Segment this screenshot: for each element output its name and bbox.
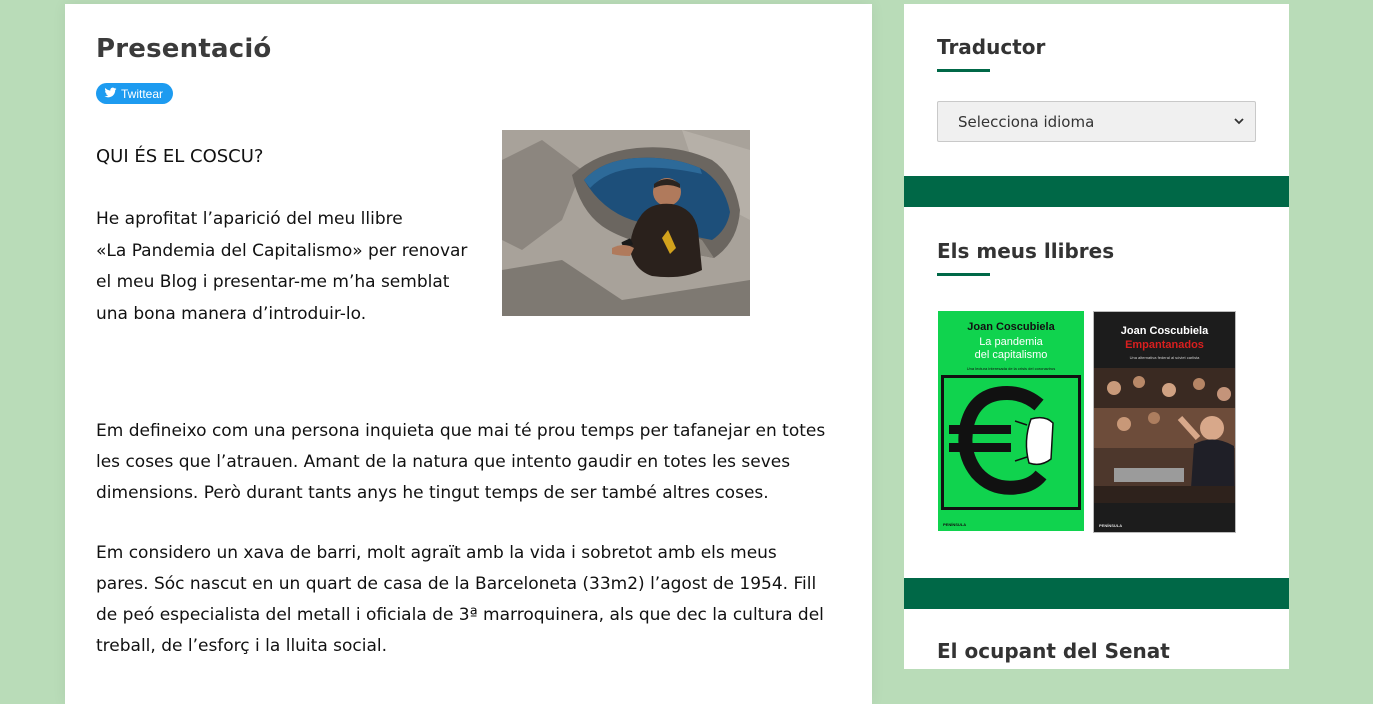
intro-line: el meu Blog i presentar-me m’ha semblat (96, 272, 450, 292)
book-subtitle: Una alternativa federal al sóviet carlis… (1129, 355, 1200, 360)
book-subtitle: Una lectura interesada de la crisis del … (966, 366, 1056, 371)
book-title: del capitalismo (974, 349, 1048, 361)
page-title: Presentació (96, 34, 272, 64)
intro-line: una bona manera d’introduir-lo. (96, 303, 367, 324)
book-cover-pandemia[interactable]: Joan Coscubiela La pandemia del capitali… (938, 311, 1084, 531)
author-photo (502, 130, 750, 316)
books-title: Els meus llibres (937, 239, 1115, 263)
next-widget-title: El ocupant del Senat (937, 639, 1170, 663)
paragraph-1: Em defineixo com una persona inquieta qu… (96, 421, 826, 503)
next-widget: El ocupant del Senat (904, 609, 1289, 669)
book-author: Joan Coscubiela (1120, 325, 1209, 337)
section-divider (904, 176, 1289, 207)
book-publisher: PENÍNSULA (1099, 523, 1123, 528)
tweet-label: Twittear (121, 86, 164, 101)
parliament-photo (1094, 368, 1235, 503)
twitter-bird-icon (104, 86, 117, 102)
book-publisher: PENÍNSULA (943, 522, 967, 527)
intro-heading: QUI ÉS EL COSCU? (96, 146, 264, 167)
translator-title: Traductor (937, 35, 1046, 59)
paragraph-2: Em considero un xava de barri, molt agra… (96, 543, 824, 656)
section-divider (904, 578, 1289, 609)
book-title: Empantanados (1125, 339, 1204, 351)
title-underline (937, 273, 990, 276)
intro-text: He aprofitat l’aparició del meu llibre «… (96, 204, 476, 330)
main-content: Presentació Twittear QUI ÉS EL COSCU? He… (65, 4, 872, 704)
language-select-value: Selecciona idioma (958, 112, 1095, 131)
chevron-down-icon (1233, 113, 1245, 131)
book-author: Joan Coscubiela (967, 321, 1055, 333)
books-widget: Els meus llibres Joan Coscubiela La pand… (904, 207, 1289, 578)
language-select[interactable]: Selecciona idioma (937, 101, 1256, 142)
intro-line: «La Pandemia del Capitalismo» per renova… (96, 240, 468, 261)
title-underline (937, 69, 990, 72)
book-cover-empantanados[interactable]: Joan Coscubiela Empantanados Una alterna… (1093, 311, 1236, 533)
intro-line: He aprofitat l’aparició del meu llibre (96, 209, 403, 229)
translator-widget: Traductor Selecciona idioma (904, 4, 1289, 176)
tweet-button[interactable]: Twittear (96, 83, 174, 104)
euro-mask-icon (941, 375, 1081, 510)
book-title: La pandemia (979, 336, 1043, 348)
